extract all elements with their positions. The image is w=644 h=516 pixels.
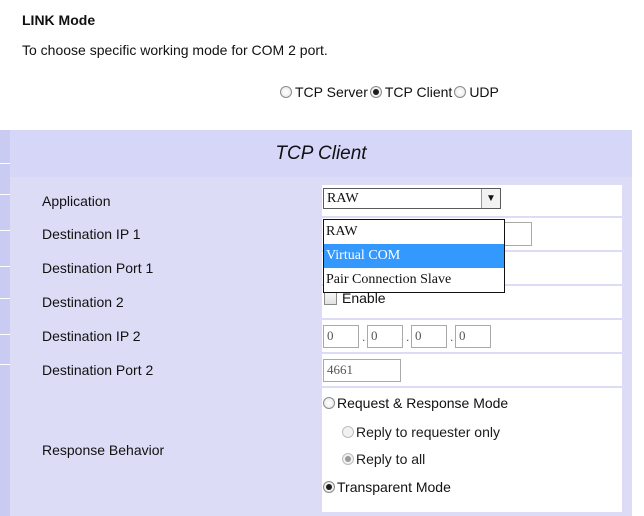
dropdown-option-virtual-com[interactable]: Virtual COM [324,244,504,268]
tcp-client-label: TCP Client [384,84,453,100]
reply-all-radio [342,453,354,465]
destination-port2-label: Destination Port 2 [32,354,322,386]
left-nav-strip [0,130,10,516]
panel-title: TCP Client [10,130,632,177]
destination-port1-label: Destination Port 1 [32,252,322,284]
udp-label: UDP [469,84,499,100]
ip2-octet-2-input[interactable]: 0 [367,325,403,348]
response-behavior-label: Response Behavior [32,388,322,512]
application-selected-value: RAW [327,191,359,206]
ip2-octet-4-input[interactable]: 0 [455,325,491,348]
request-response-label: Request & Response Mode [337,395,509,411]
destination-ip1-input[interactable] [501,222,532,246]
transparent-mode-radio[interactable] [323,481,335,493]
destination-ip2-row: Destination IP 2 0 . 0 . 0 . 0 [32,320,622,352]
reply-requester-radio [342,426,354,438]
application-row: Application RAW ▼ [32,185,622,216]
response-behavior-row: Response Behavior Request & Response Mod… [32,388,622,512]
reply-requester-label: Reply to requester only [356,424,500,440]
application-dropdown-list: RAW Virtual COM Pair Connection Slave [323,219,505,293]
dropdown-option-pair-connection-slave[interactable]: Pair Connection Slave [324,268,504,292]
request-response-radio[interactable] [323,397,335,409]
link-mode-header: LINK Mode To choose specific working mod… [0,0,644,118]
ip-separator: . [406,330,410,344]
tcp-server-radio[interactable] [280,86,292,98]
application-label: Application [32,185,322,216]
reply-all-label: Reply to all [356,451,426,467]
link-mode-radio-group: TCP Server TCP Client UDP [280,84,501,100]
transparent-mode-option[interactable]: Transparent Mode [323,479,451,495]
application-select[interactable]: RAW ▼ [323,188,501,209]
destination-ip1-label: Destination IP 1 [32,218,322,250]
destination2-enable-checkbox[interactable] [324,292,337,305]
chevron-down-icon[interactable]: ▼ [481,189,500,208]
dropdown-option-raw[interactable]: RAW [324,220,504,244]
reply-all-option: Reply to all [342,451,425,467]
udp-radio[interactable] [454,86,467,98]
tcp-client-radio[interactable] [369,86,382,98]
destination-port2-input[interactable]: 4661 [323,359,401,382]
section-description: To choose specific working mode for COM … [22,42,328,58]
destination-port2-row: Destination Port 2 4661 [32,354,622,386]
transparent-mode-label: Transparent Mode [337,479,451,495]
request-response-option[interactable]: Request & Response Mode [323,395,508,411]
section-title: LINK Mode [22,12,96,28]
ip2-octet-1-input[interactable]: 0 [323,325,359,348]
ip2-octet-3-input[interactable]: 0 [411,325,447,348]
reply-requester-option: Reply to requester only [342,424,500,440]
ip-separator: . [362,330,366,344]
destination-ip2-label: Destination IP 2 [32,320,322,352]
ip-separator: . [450,330,454,344]
tcp-server-label: TCP Server [295,84,368,100]
destination2-label: Destination 2 [32,286,322,318]
tcp-client-panel: TCP Client Application RAW ▼ Destination… [10,130,632,516]
